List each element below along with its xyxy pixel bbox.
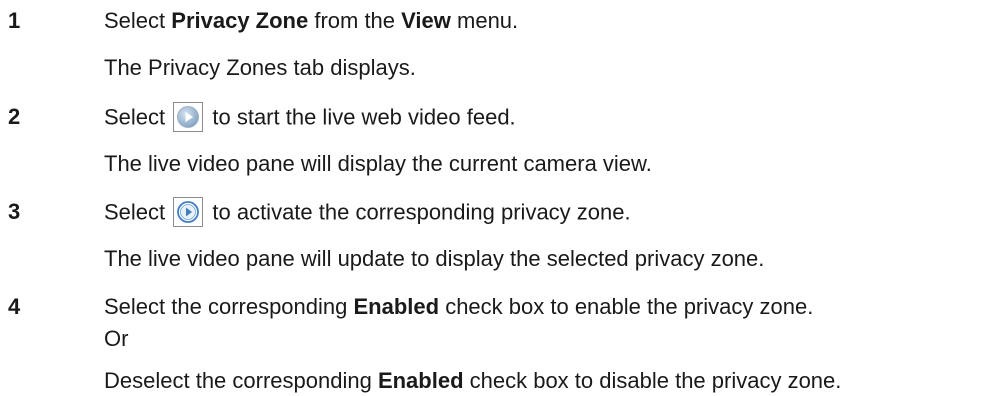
menu-name: View bbox=[401, 8, 451, 33]
menu-item-name: Privacy Zone bbox=[171, 8, 309, 33]
step-number: 2 bbox=[8, 104, 21, 129]
step-number: 4 bbox=[8, 294, 21, 319]
checkbox-name: Enabled bbox=[377, 368, 464, 393]
step-number: 1 bbox=[8, 8, 21, 33]
play-icon bbox=[173, 102, 204, 132]
activate-zone-icon bbox=[173, 197, 204, 227]
checkbox-name: Enabled bbox=[353, 294, 440, 319]
step-number: 3 bbox=[8, 199, 21, 224]
